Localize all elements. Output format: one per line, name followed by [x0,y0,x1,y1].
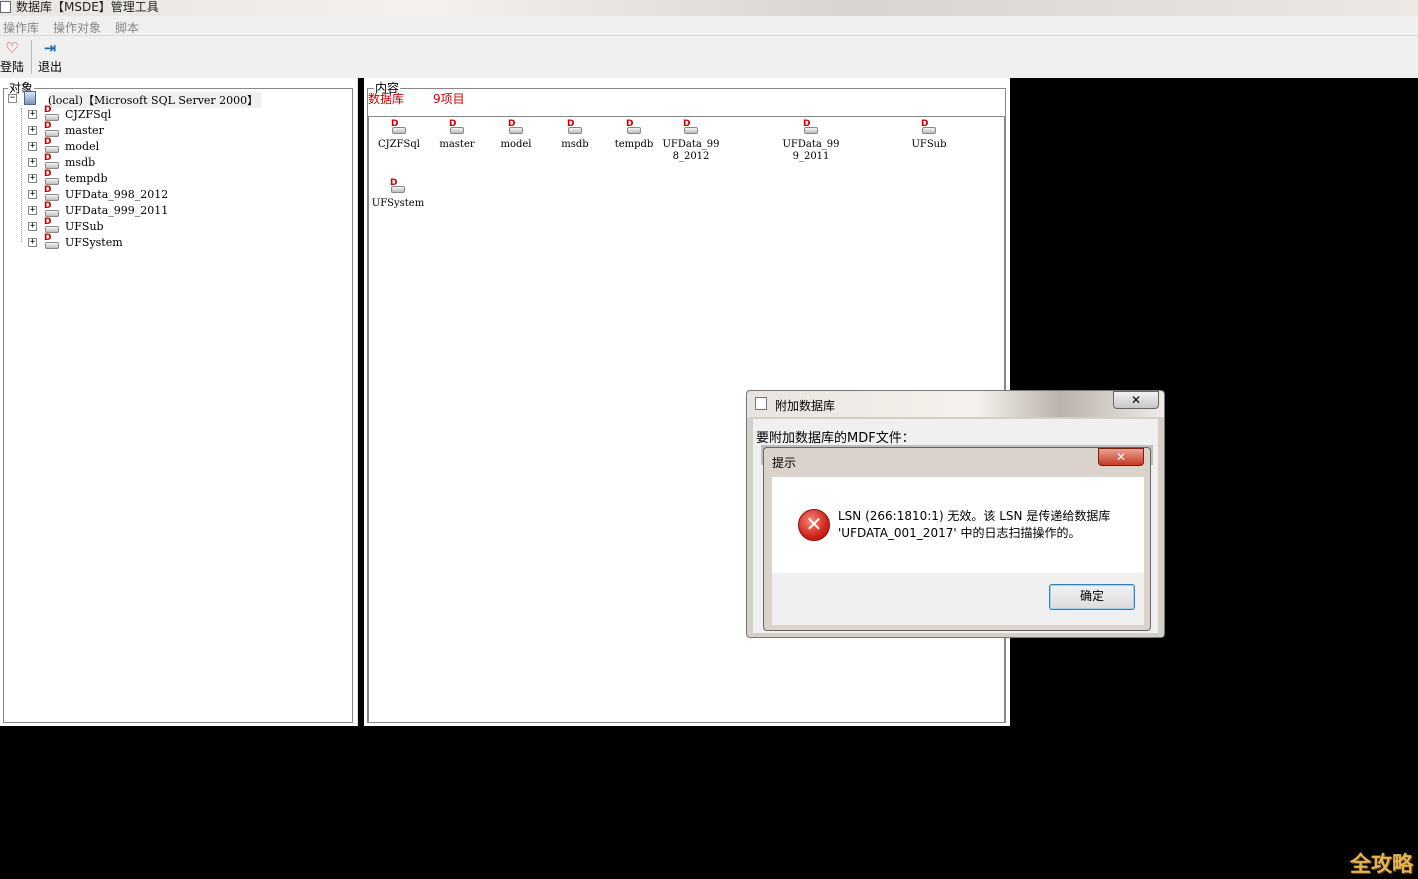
login-button[interactable]: ♡ 登陆 [0,38,28,76]
list-item-label: UFSub [911,139,947,150]
list-item-label: UFData_99 9_2011 [782,139,840,162]
window-titlebar[interactable]: 数据库【MSDE】管理工具 [0,0,1418,16]
expand-icon[interactable]: + [28,126,37,135]
content-summary-count: 9项目 [433,92,465,106]
tree-node-label: CJZFSql [65,108,112,121]
database-icon: D [508,119,524,135]
list-item-label: master [439,139,475,150]
list-item-label: model [500,139,532,150]
database-icon: D [44,201,60,218]
database-icon: D [44,153,60,170]
menu-item-objects[interactable]: 操作对象 [53,19,101,36]
list-item[interactable]: D UFData_99 8_2012 [659,119,723,163]
server-icon [24,91,36,105]
collapse-icon[interactable]: − [8,94,17,103]
tree-node-label: UFData_999_2011 [65,204,169,217]
database-icon: D [44,185,60,202]
exit-button[interactable]: ⇥ 退出 [34,38,66,76]
attach-dialog-close-button[interactable]: ✕ [1113,391,1159,409]
menu-item-database[interactable]: 操作库 [3,19,39,36]
expand-icon[interactable]: + [28,190,37,199]
tree-node-label: UFData_998_2012 [65,188,169,201]
list-item[interactable]: D UFSub [894,119,964,151]
database-icon: D [391,119,407,135]
database-icon: D [803,119,819,135]
toolbar-separator [31,40,32,74]
exit-door-icon: ⇥ [43,39,57,57]
error-message-line-1: LSN (266:1810:1) 无效。该 LSN 是传递给数据库 [838,509,1111,523]
error-icon: ✕ [798,509,830,541]
ok-button[interactable]: 确定 [1049,584,1135,610]
app-icon [0,1,11,13]
database-icon: D [44,233,60,250]
database-icon: D [44,105,60,122]
error-message-text: LSN (266:1810:1) 无效。该 LSN 是传递给数据库 'UFDAT… [838,508,1110,542]
expand-icon[interactable]: + [28,238,37,247]
dialog-app-icon [755,397,767,410]
expand-icon[interactable]: + [28,206,37,215]
exit-label: 退出 [37,60,62,74]
database-icon: D [921,119,937,135]
content-summary-type: 数据库 [368,92,405,106]
list-item-label: CJZFSql [378,139,420,150]
site-watermark: 全攻略 [1350,852,1413,876]
expand-icon[interactable]: + [28,174,37,183]
expand-icon[interactable]: + [28,222,37,231]
window-title: 数据库【MSDE】管理工具 [16,0,159,14]
database-icon: D [44,137,60,154]
list-item[interactable]: D UFSystem [363,178,433,210]
database-icon: D [44,121,60,138]
list-item-label: msdb [561,139,589,150]
expand-icon[interactable]: + [28,142,37,151]
object-tree-panel: 对象 − (local)【Microsoft SQL Server 2000】 … [0,78,358,726]
login-heart-icon: ♡ [5,39,19,57]
list-item-label: UFData_99 8_2012 [662,139,720,162]
list-item-label: tempdb [614,139,654,150]
message-box-footer: 确定 [772,573,1144,625]
tree-connector-line [21,108,22,242]
menu-item-script[interactable]: 脚本 [115,19,139,36]
tree-node-label: UFSystem [65,236,123,249]
database-icon: D [44,217,60,234]
mdf-file-prompt: 要附加数据库的MDF文件： [756,431,915,446]
tree-node-label: master [65,124,104,137]
database-icon: D [44,169,60,186]
attach-dialog-title: 附加数据库 [775,399,836,413]
error-message-box: 提示 ✕ ✕ LSN (266:1810:1) 无效。该 LSN 是传递给数据库… [763,447,1151,631]
tree-node-label: UFSub [65,220,104,233]
attach-dialog-titlebar[interactable]: 附加数据库 ✕ [747,391,1164,417]
list-item[interactable]: D UFData_99 9_2011 [779,119,843,163]
message-box-close-button[interactable]: ✕ [1098,448,1144,466]
database-icon: D [567,119,583,135]
tree-node-label: model [65,140,100,153]
login-label: 登陆 [0,60,24,74]
message-box-title: 提示 [772,456,797,470]
database-icon: D [626,119,642,135]
list-item-label: UFSystem [371,198,425,209]
tree-node-label: tempdb [65,172,108,185]
database-icon: D [390,178,406,194]
database-icon: D [449,119,465,135]
error-message-line-2: 'UFDATA_001_2017' 中的日志扫描操作的。 [838,526,1081,540]
database-icon: D [683,119,699,135]
expand-icon[interactable]: + [28,110,37,119]
message-box-body: ✕ LSN (266:1810:1) 无效。该 LSN 是传递给数据库 'UFD… [772,477,1144,573]
expand-icon[interactable]: + [28,158,37,167]
tree-node-label: msdb [65,156,96,169]
tree-node-server-label: (local)【Microsoft SQL Server 2000】 [48,92,262,108]
toolbar: ♡ 登陆 ⇥ 退出 [0,36,1418,78]
menu-bar: 操作库 操作对象 脚本 [0,16,1418,36]
